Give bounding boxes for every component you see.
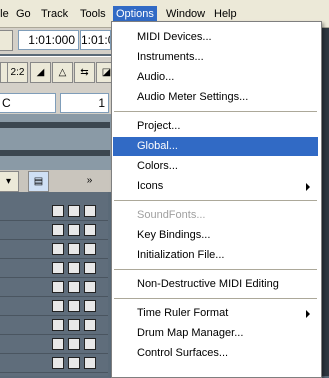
meter-icon[interactable] (52, 262, 64, 274)
submenu-arrow-icon (306, 310, 310, 318)
menu-separator (114, 200, 317, 201)
window-icon[interactable] (68, 281, 80, 293)
meter-icon[interactable] (52, 224, 64, 236)
lane-divider (0, 150, 110, 156)
meter-icon[interactable] (52, 338, 64, 350)
square-icon[interactable] (84, 281, 96, 293)
window-icon[interactable] (68, 300, 80, 312)
menu-window[interactable]: Window (163, 6, 208, 22)
window-icon[interactable] (68, 205, 80, 217)
submenu-arrow-icon (306, 183, 310, 191)
track-row[interactable] (0, 316, 108, 335)
track-row[interactable] (0, 240, 108, 259)
menu-item-icons-label: Icons (137, 180, 164, 192)
menu-item-global[interactable]: Global... (113, 137, 318, 156)
track-row[interactable] (0, 259, 108, 278)
options-menu: MIDI Devices... Instruments... Audio... … (111, 21, 322, 378)
window-icon[interactable] (68, 338, 80, 350)
menu-item-time-ruler-format[interactable]: Time Ruler Format (113, 304, 318, 323)
track-row[interactable] (0, 335, 108, 354)
select-tool-icon[interactable]: ◢ (30, 62, 51, 83)
square-icon[interactable] (84, 300, 96, 312)
menu-item-audio-meter-settings[interactable]: Audio Meter Settings... (113, 88, 318, 107)
meter-icon[interactable] (52, 205, 64, 217)
now-time-field[interactable]: 1:01:000 (18, 30, 79, 50)
square-icon[interactable] (84, 205, 96, 217)
menu-separator (114, 111, 317, 112)
track-row[interactable] (0, 297, 108, 316)
menu-item-icons[interactable]: Icons (113, 177, 318, 196)
track-list (0, 192, 108, 376)
track-row[interactable] (0, 202, 108, 221)
square-icon[interactable] (84, 338, 96, 350)
menu-item-initialization-file[interactable]: Initialization File... (113, 246, 318, 265)
window-icon[interactable] (68, 357, 80, 369)
menu-item-midi-devices[interactable]: MIDI Devices... (113, 28, 318, 47)
menu-help[interactable]: Help (211, 6, 240, 22)
meter-icon[interactable] (52, 243, 64, 255)
window-icon[interactable] (68, 319, 80, 331)
track-layout-icon[interactable]: ▤ (28, 171, 49, 192)
track-row[interactable] (0, 278, 108, 297)
menu-item-non-destructive-midi-editing[interactable]: Non-Destructive MIDI Editing (113, 275, 318, 294)
menu-item-project[interactable]: Project... (113, 117, 318, 136)
loop-icon[interactable]: ⇆ (74, 62, 95, 83)
meter-icon[interactable] (52, 319, 64, 331)
meter-icon[interactable] (52, 281, 64, 293)
menu-item-control-surfaces[interactable]: Control Surfaces... (113, 344, 318, 363)
square-icon[interactable] (84, 262, 96, 274)
more-icon[interactable]: » (80, 171, 99, 190)
menu-item-key-bindings[interactable]: Key Bindings... (113, 226, 318, 245)
menu-item-colors[interactable]: Colors... (113, 157, 318, 176)
menu-item-soundfonts: SoundFonts... (137, 209, 206, 221)
menu-go[interactable]: Go (13, 6, 34, 22)
window-icon[interactable] (68, 262, 80, 274)
menu-tools[interactable]: Tools (77, 6, 109, 22)
menu-options[interactable]: Options (113, 6, 157, 22)
meter-icon[interactable] (52, 357, 64, 369)
metronome-icon[interactable]: △ (52, 62, 73, 83)
menu-separator (114, 269, 317, 270)
track-row[interactable] (0, 354, 108, 373)
value-field[interactable]: 1 (60, 93, 109, 113)
menu-item-time-ruler-format-label: Time Ruler Format (137, 307, 229, 319)
menu-item-audio[interactable]: Audio... (113, 68, 318, 87)
view-options-icon[interactable]: ▾ (0, 171, 19, 192)
key-select[interactable]: C (0, 93, 56, 113)
menu-file[interactable]: File (0, 6, 12, 22)
menu-separator (114, 298, 317, 299)
window-icon[interactable] (68, 243, 80, 255)
grid-2-2-button[interactable]: 2:2 (7, 62, 28, 83)
menu-track[interactable]: Track (38, 6, 71, 22)
track-row[interactable] (0, 221, 108, 240)
square-icon[interactable] (84, 357, 96, 369)
lane-divider (0, 122, 110, 128)
square-icon[interactable] (84, 224, 96, 236)
menu-item-drum-map-manager[interactable]: Drum Map Manager... (113, 324, 318, 343)
toolbar-button[interactable] (0, 30, 13, 51)
menu-item-instruments[interactable]: Instruments... (113, 48, 318, 67)
window-icon[interactable] (68, 224, 80, 236)
square-icon[interactable] (84, 319, 96, 331)
meter-icon[interactable] (52, 300, 64, 312)
square-icon[interactable] (84, 243, 96, 255)
end-time-field[interactable]: 1:01:000 (80, 30, 111, 50)
